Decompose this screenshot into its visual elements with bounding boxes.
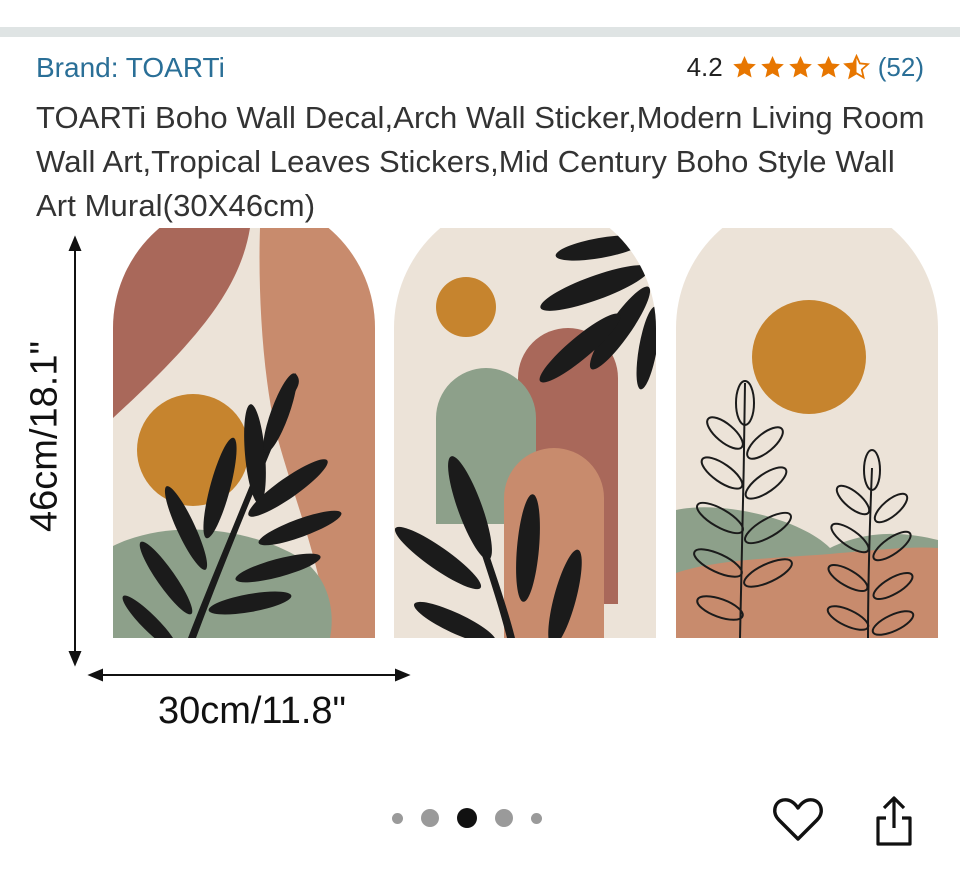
star-rating — [731, 54, 870, 81]
rating-value: 4.2 — [686, 52, 723, 82]
height-dimension-arrow — [68, 235, 82, 667]
top-bar — [0, 0, 960, 28]
star-icon — [761, 56, 784, 78]
product-title: TOARTi Boho Wall Decal,Arch Wall Sticker… — [36, 100, 925, 223]
arch-panel-left — [113, 228, 375, 639]
review-count[interactable]: (52) — [878, 52, 924, 83]
carousel-dot[interactable] — [392, 812, 403, 824]
carousel-dot-active[interactable] — [457, 808, 477, 828]
carousel-indicator[interactable] — [392, 808, 542, 828]
half-star-icon — [842, 54, 870, 80]
height-label: 46cm/18.1" — [23, 341, 66, 532]
arch-panel-right — [676, 228, 938, 638]
star-icon — [733, 56, 756, 78]
star-icon — [789, 56, 812, 78]
arch-panel-middle — [394, 228, 656, 638]
width-dimension-arrow — [87, 668, 411, 682]
carousel-dot[interactable] — [531, 812, 542, 824]
top-divider — [0, 27, 960, 37]
star-icon — [817, 56, 840, 78]
carousel-dot[interactable] — [421, 809, 439, 827]
rating-summary[interactable]: 4.2 (52) — [687, 52, 924, 83]
heart-icon[interactable] — [770, 790, 826, 850]
share-icon[interactable] — [866, 790, 922, 850]
width-label: 30cm/11.8" — [157, 690, 347, 732]
carousel-dot[interactable] — [495, 809, 513, 827]
brand-link[interactable]: Brand: TOARTi — [36, 52, 225, 84]
product-image[interactable] — [0, 228, 960, 748]
